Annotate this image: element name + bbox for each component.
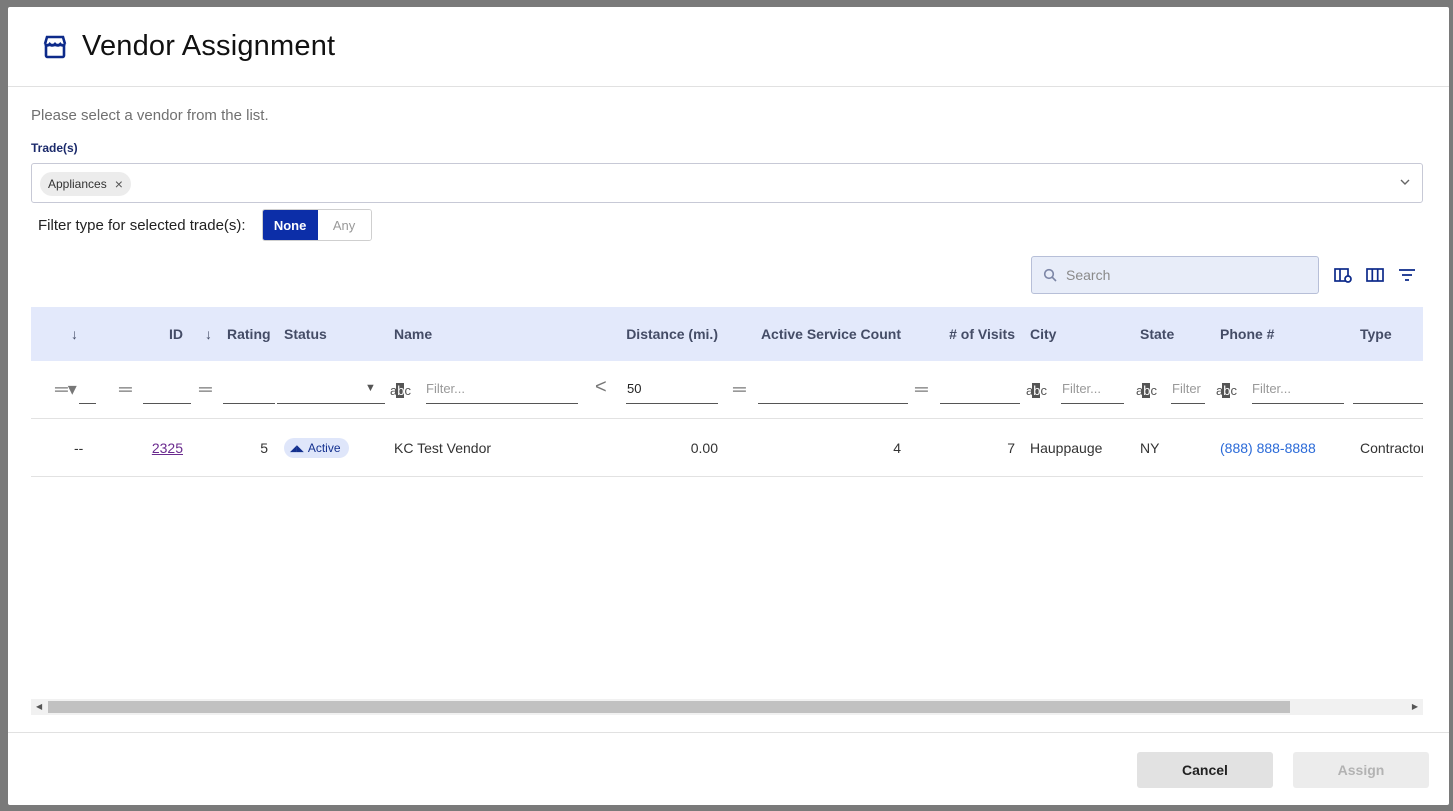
state-filter-input[interactable]: Filter bbox=[1172, 381, 1201, 396]
phone-filter-input[interactable]: Filter... bbox=[1252, 381, 1291, 396]
row-select-cell[interactable]: -- bbox=[74, 419, 83, 477]
phone-link[interactable]: (888) 888-8888 bbox=[1220, 419, 1316, 477]
column-header-phone[interactable]: Phone # bbox=[1220, 307, 1274, 361]
city-cell: Hauppauge bbox=[1030, 440, 1103, 456]
filter-type-label: Filter type for selected trade(s): bbox=[38, 216, 246, 234]
scrollbar-thumb[interactable] bbox=[48, 701, 1290, 713]
instructions-text: Please select a vendor from the list. bbox=[31, 107, 269, 124]
id-cell: 2325 bbox=[141, 419, 183, 477]
active-service-filter-input[interactable] bbox=[758, 403, 908, 404]
filter-type-row: Filter type for selected trade(s): None … bbox=[38, 209, 372, 241]
rating-sort-arrow-icon[interactable]: ↓ bbox=[205, 307, 212, 361]
city-filter-input[interactable]: Filter... bbox=[1062, 381, 1101, 396]
state-cell: NY bbox=[1140, 440, 1160, 456]
vendor-id-link[interactable]: 2325 bbox=[152, 440, 183, 456]
rating-cell: 5 bbox=[260, 440, 268, 456]
dialog-title: Vendor Assignment bbox=[82, 30, 336, 62]
grid-header: ↓ ID ↓ Rating Status Name Distance (mi.)… bbox=[31, 307, 1423, 361]
scroll-left-icon[interactable]: ◀ bbox=[36, 702, 42, 711]
column-header-distance[interactable]: Distance (mi.) bbox=[591, 307, 718, 361]
distance-filter-underline bbox=[626, 403, 718, 404]
trade-chip-label: Appliances bbox=[48, 177, 107, 191]
filter-type-none-button[interactable]: None bbox=[262, 210, 318, 240]
cancel-button[interactable]: Cancel bbox=[1137, 752, 1273, 788]
column-header-type[interactable]: Type bbox=[1360, 307, 1392, 361]
distance-filter-input[interactable]: 50 bbox=[627, 381, 641, 396]
name-filter-abc-icon[interactable]: abc bbox=[390, 383, 411, 398]
filter-type-any-button[interactable]: Any bbox=[317, 210, 371, 240]
dialog-footer: Cancel Assign bbox=[8, 732, 1449, 805]
scroll-right-icon[interactable]: ▶ bbox=[1412, 702, 1418, 711]
distance-cell: 0.00 bbox=[690, 440, 718, 456]
column-header-city[interactable]: City bbox=[1030, 307, 1056, 361]
status-cell: ◢◣ Active bbox=[284, 419, 349, 477]
remove-chip-icon[interactable]: × bbox=[115, 176, 123, 192]
search-input[interactable] bbox=[1066, 267, 1306, 283]
active-service-count-cell: 4 bbox=[893, 440, 901, 456]
visits-cell: 7 bbox=[1007, 440, 1015, 456]
status-badge: ◢◣ Active bbox=[284, 438, 349, 458]
name-filter-input[interactable]: Filter... bbox=[426, 381, 465, 396]
dialog-header: Vendor Assignment bbox=[8, 7, 1449, 87]
search-box bbox=[1031, 256, 1319, 294]
column-header-rating[interactable]: Rating bbox=[227, 307, 271, 361]
select-filter-operator[interactable]: ═▾ bbox=[55, 379, 77, 400]
type-filter-input[interactable] bbox=[1353, 403, 1423, 404]
status-filter-caret-icon[interactable]: ▼ bbox=[365, 382, 376, 394]
table-row[interactable]: -- 2325 5 ◢◣ Active KC Test Vendor 0.00 … bbox=[31, 419, 1423, 477]
status-label: Active bbox=[307, 441, 341, 455]
storefront-icon bbox=[43, 35, 67, 58]
rating-filter-input[interactable] bbox=[223, 403, 275, 404]
city-filter-underline bbox=[1061, 403, 1124, 404]
id-filter-input[interactable] bbox=[143, 403, 191, 404]
columns-icon[interactable] bbox=[1365, 265, 1385, 285]
name-filter-underline bbox=[426, 403, 578, 404]
trades-select[interactable]: Appliances × bbox=[31, 163, 1423, 203]
city-filter-abc-icon[interactable]: abc bbox=[1026, 383, 1047, 398]
column-header-name[interactable]: Name bbox=[394, 307, 432, 361]
sort-arrow-icon[interactable]: ↓ bbox=[71, 307, 78, 361]
assign-button[interactable]: Assign bbox=[1293, 752, 1429, 788]
column-header-state[interactable]: State bbox=[1140, 307, 1174, 361]
select-filter-underline bbox=[79, 403, 96, 404]
phone-filter-underline bbox=[1252, 403, 1344, 404]
visits-filter-operator[interactable]: ═ bbox=[915, 379, 928, 400]
column-header-visits[interactable]: # of Visits bbox=[921, 307, 1015, 361]
chevron-down-icon[interactable] bbox=[1398, 175, 1412, 189]
vendor-grid: ↓ ID ↓ Rating Status Name Distance (mi.)… bbox=[31, 307, 1423, 693]
state-filter-abc-icon[interactable]: abc bbox=[1136, 383, 1157, 398]
active-status-icon: ◢◣ bbox=[290, 442, 304, 453]
filter-icon[interactable] bbox=[1397, 265, 1417, 285]
phone-filter-abc-icon[interactable]: abc bbox=[1216, 383, 1237, 398]
horizontal-scrollbar[interactable]: ◀ ▶ bbox=[31, 699, 1423, 715]
filter-type-toggle: None Any bbox=[261, 209, 372, 241]
vendor-assignment-dialog: Vendor Assignment Please select a vendor… bbox=[8, 7, 1449, 805]
visits-filter-input[interactable] bbox=[940, 403, 1020, 404]
rating-filter-operator[interactable]: ═ bbox=[199, 379, 212, 400]
id-filter-operator[interactable]: ═ bbox=[119, 379, 132, 400]
trade-chip-appliances: Appliances × bbox=[40, 172, 131, 196]
column-header-id[interactable]: ID bbox=[161, 307, 183, 361]
column-header-status[interactable]: Status bbox=[284, 307, 327, 361]
type-cell: Contractor bbox=[1360, 440, 1423, 456]
distance-filter-operator[interactable]: < bbox=[595, 376, 607, 399]
state-filter-underline bbox=[1171, 403, 1205, 404]
filter-row: ═▾ ═ ═ ▼ abc Filter... < 50 ═ ═ abc Filt… bbox=[31, 361, 1423, 419]
manage-columns-icon[interactable] bbox=[1333, 265, 1353, 285]
trades-label: Trade(s) bbox=[31, 141, 78, 155]
search-icon bbox=[1043, 268, 1057, 282]
active-service-filter-operator[interactable]: ═ bbox=[733, 379, 746, 400]
status-filter-select[interactable] bbox=[277, 403, 385, 404]
name-cell: KC Test Vendor bbox=[394, 440, 492, 456]
column-header-active-service-count[interactable]: Active Service Count bbox=[731, 307, 901, 361]
